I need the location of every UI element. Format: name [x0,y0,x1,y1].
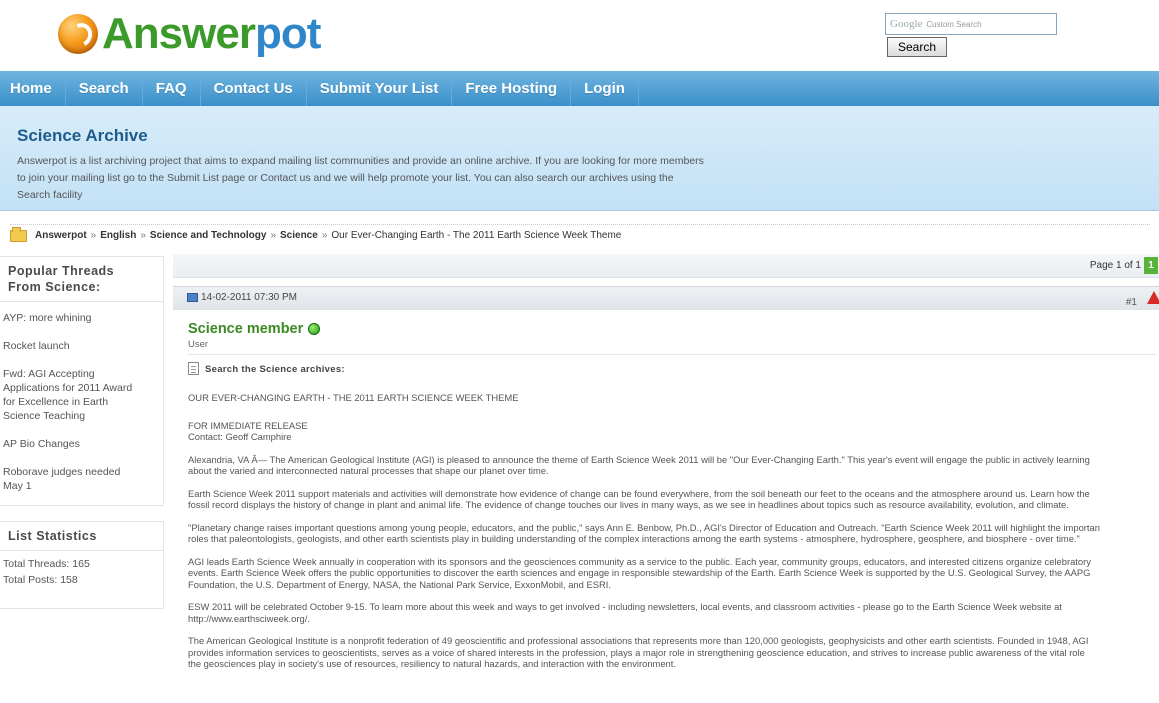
pagination-bar: Page 1 of 1 1 [173,254,1159,278]
breadcrumb-answerpot[interactable]: Answerpot [35,230,87,241]
search-input[interactable]: Google Custom Search [885,13,1057,35]
thread-link-line: Applications for 2011 Award [3,382,133,394]
thread-link[interactable]: Roborave judges needed May 1 [0,465,163,493]
breadcrumb-current: Our Ever-Changing Earth - The 2011 Earth… [331,230,622,241]
post-line: ESW 2011 will be celebrated October 9-15… [188,601,1062,612]
nav-login[interactable]: Login [571,71,639,106]
thread-link-line: AP Bio Changes [3,438,80,450]
breadcrumb-english[interactable]: English [100,230,136,241]
site-header: Answerpot Google Custom Search Search [0,0,1159,70]
thread-link[interactable]: AYP: more whining [0,311,163,325]
search-archives-label: Search the Science archives: [205,364,345,375]
post-body: OUR EVER-CHANGING EARTH - THE 2011 EARTH… [188,392,1159,670]
thread-link[interactable]: Rocket launch [0,339,163,353]
search-placeholder: Custom Search [926,19,982,29]
archive-description: Answerpot is a list archiving project th… [17,155,704,201]
stat-total-threads: Total Threads: 165 [3,558,90,570]
divider [0,301,163,302]
list-statistics-panel: List Statistics Total Threads: 165 Total… [0,521,164,609]
document-icon [188,362,199,375]
post-line: roles that paleontologists, geologists, … [188,533,1080,544]
nav-search[interactable]: Search [66,71,143,106]
stat-total-posts: Total Posts: 158 [3,574,78,586]
post-line: events. Earth Science Week offers the pu… [188,567,1091,578]
nav-home[interactable]: Home [0,71,66,106]
nav-faq[interactable]: FAQ [143,71,201,106]
post-line: AGI leads Earth Science Week annually in… [188,555,1091,567]
nav-submit-list[interactable]: Submit Your List [307,71,453,106]
breadcrumb-separator: » [270,230,276,241]
poster-name[interactable]: Science member [188,321,321,337]
list-statistics-title: List Statistics [8,529,97,543]
post-line: about the varied and interconnected natu… [188,465,549,476]
post-line: Alexandria, VA Â— The American Geologica… [188,453,1090,465]
folder-icon [10,226,27,242]
post-header: 14-02-2011 07:30 PM #1 [173,286,1159,310]
post-line: provides information services to geoscie… [188,646,1085,658]
answerpot-logo-icon [58,14,98,54]
post-line: FOR IMMEDIATE RELEASE [188,419,308,431]
post-line: "Planetary change raises important quest… [188,521,1100,533]
post-icon [187,293,198,302]
post-date: 14-02-2011 07:30 PM [201,292,297,303]
divider [188,354,1156,355]
thread-link[interactable]: Fwd: AGI Accepting Applications for 2011… [0,367,163,423]
breadcrumb: Answerpot » English » Science and Techno… [10,224,1150,244]
search-button[interactable]: Search [887,37,947,57]
divider [0,550,163,551]
popular-threads-title: Popular Threads From Science: [0,257,163,295]
archive-banner: Science Archive Answerpot is a list arch… [0,106,1159,211]
post-line: the geosciences play in society's use of… [188,658,676,669]
thread-link-line: Science Teaching [3,410,86,422]
breadcrumb-science[interactable]: Science [280,230,318,241]
post-number-link[interactable]: #1 [1126,297,1137,308]
breadcrumb-separator: » [90,230,97,241]
post-link[interactable]: http://www.earthsciweek.org/. [188,613,1159,625]
page-number-button[interactable]: 1 [1144,257,1158,274]
thread-link-line: Rocket launch [3,340,70,352]
breadcrumb-separator: » [140,230,146,241]
popular-threads-panel: Popular Threads From Science: AYP: more … [0,256,164,506]
google-brand-label: Google [890,18,923,30]
poster-role: User [188,339,209,350]
post-line: OUR EVER-CHANGING EARTH - THE 2011 EARTH… [188,392,519,403]
logo-text-answer: Answer [102,9,256,58]
nav-contact-us[interactable]: Contact Us [201,71,307,106]
post-line: fossil record displays the history of ch… [188,499,1069,510]
online-status-icon [308,323,321,335]
thread-link-line: Fwd: AGI Accepting [3,368,95,380]
page-title: Science Archive [17,126,148,145]
logo-text: Answerpot [102,9,321,58]
thread-link-line: May 1 [3,480,32,492]
popular-threads-title-line1: Popular Threads [8,264,115,278]
poster-name-text: Science member [188,321,304,337]
main-nav: Home Search FAQ Contact Us Submit Your L… [0,71,1159,106]
report-post-icon[interactable] [1147,291,1159,304]
post-line: The American Geological Institute is a n… [188,635,1089,646]
popular-threads-title-line2: From Science: [8,280,101,294]
breadcrumb-science-technology[interactable]: Science and Technology [150,230,267,241]
search-archives-link[interactable]: Search the Science archives: [188,362,345,375]
thread-link-line: for Excellence in Earth [3,396,109,408]
thread-link-line: AYP: more whining [3,312,92,324]
post-line: Foundation, the U.S. Department of Energ… [188,578,611,590]
logo-text-pot: pot [254,9,321,58]
thread-link[interactable]: AP Bio Changes [0,437,163,451]
nav-free-hosting[interactable]: Free Hosting [452,71,572,106]
site-logo[interactable]: Answerpot [58,8,321,60]
post-line: Earth Science Week 2011 support material… [188,487,1090,499]
thread-link-line: Roborave judges needed [3,466,121,478]
post-line: Contact: Geoff Camphire [188,431,292,442]
breadcrumb-separator: » [321,230,328,241]
page-indicator: Page 1 of 1 [1089,260,1141,271]
